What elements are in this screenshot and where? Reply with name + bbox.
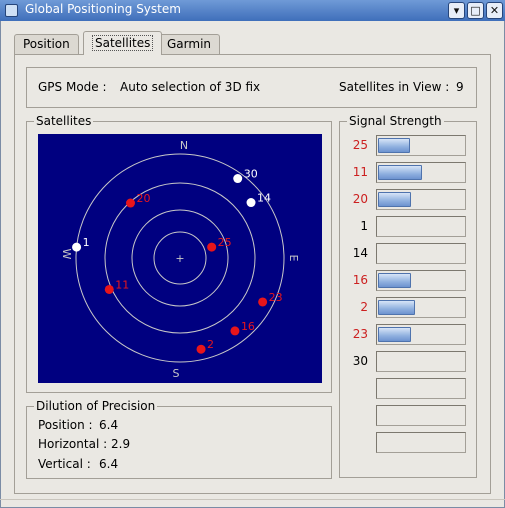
maximize-icon[interactable]: □ [467, 2, 484, 19]
signal-bar [376, 243, 466, 264]
signal-bar-fill [378, 300, 415, 315]
signal-bar-fill [378, 327, 411, 342]
gps-mode-label: GPS Mode : [38, 80, 107, 94]
satellite-label: 30 [244, 168, 258, 181]
satellite-marker [230, 326, 240, 336]
satellite-marker [246, 198, 256, 208]
compass-south: S [173, 367, 180, 380]
compass-north: N [180, 139, 188, 152]
signal-sat-id: 16 [352, 273, 368, 287]
signal-bar [376, 189, 466, 210]
satellite-marker [196, 344, 206, 354]
satellite-label: 1 [83, 236, 90, 249]
compass-east: E [287, 255, 300, 262]
signal-bar [376, 324, 466, 345]
signal-bar [376, 351, 466, 372]
satellite-label: 2 [207, 338, 214, 351]
signal-bar-fill [378, 273, 411, 288]
signal-bar [376, 405, 466, 426]
shade-icon[interactable]: ▾ [448, 2, 465, 19]
compass-west: W [60, 249, 73, 260]
signal-bar-fill [378, 138, 410, 153]
tab-garmin-label: Garmin [167, 37, 212, 51]
satellite-marker [233, 174, 243, 184]
satellite-marker [126, 198, 136, 208]
tab-position-label: Position [23, 37, 70, 51]
dop-position-label: Position : [38, 418, 93, 432]
signal-sat-id: 14 [352, 246, 368, 260]
signal-strength-group-title: Signal Strength [347, 114, 444, 128]
signal-bar [376, 432, 466, 453]
signal-sat-id: 11 [352, 165, 368, 179]
signal-bar [376, 216, 466, 237]
gps-mode-value: Auto selection of 3D fix [120, 80, 261, 94]
satellite-marker [104, 284, 114, 294]
satellite-marker [258, 297, 268, 307]
satellites-in-view-value: 9 [456, 80, 464, 94]
signal-sat-id: 20 [352, 192, 368, 206]
dop-position-value: 6.4 [99, 418, 119, 432]
signal-bar [376, 162, 466, 183]
satellite-label: 25 [218, 236, 232, 249]
satellite-label: 11 [115, 278, 129, 291]
tab-satellites[interactable]: Satellites [83, 31, 163, 55]
sky-plot: + N S E W 30 14 20 25 1 11 23 16 2 [38, 134, 322, 383]
satellite-marker [207, 242, 217, 252]
signal-bar-fill [378, 165, 422, 180]
close-icon[interactable]: ✕ [486, 2, 503, 19]
signal-bar [376, 135, 466, 156]
app-icon[interactable] [5, 4, 18, 17]
satellite-label: 16 [241, 320, 255, 333]
dop-horizontal-value: 2.9 [111, 437, 131, 451]
sky-plot-svg: + N S E W 3014202511123162 [60, 139, 300, 380]
signal-sat-id: 1 [360, 219, 368, 233]
satellite-marker [72, 242, 82, 252]
satellite-label: 20 [137, 192, 151, 205]
signal-sat-id: 23 [352, 327, 368, 341]
gps-mode-box: GPS Mode : Auto selection of 3D fix Sate… [26, 67, 477, 108]
dop-group-title: Dilution of Precision [34, 399, 158, 413]
dop-vertical-label: Vertical : [38, 457, 91, 471]
satellite-label: 23 [269, 291, 283, 304]
dop-vertical-value: 6.4 [99, 457, 119, 471]
tab-garmin[interactable]: Garmin [158, 34, 221, 54]
signal-bar [376, 270, 466, 291]
window-title: Global Positioning System [25, 2, 181, 16]
signal-bar-fill [378, 192, 411, 207]
signal-sat-id: 25 [352, 138, 368, 152]
signal-sat-id: 2 [360, 300, 368, 314]
satellites-group-title: Satellites [34, 114, 94, 128]
window-bottom-edge [0, 499, 505, 508]
zenith-marker: + [175, 252, 184, 265]
signal-bar [376, 378, 466, 399]
satellite-label: 14 [257, 192, 271, 205]
dop-horizontal-label: Horizontal : [38, 437, 108, 451]
signal-bar [376, 297, 466, 318]
satellites-in-view-label: Satellites in View : [339, 80, 450, 94]
tab-satellites-label: Satellites [92, 35, 154, 51]
tab-position[interactable]: Position [14, 34, 79, 54]
signal-sat-id: 30 [352, 354, 368, 368]
title-bar[interactable]: Global Positioning System ▾ □ ✕ [0, 0, 505, 21]
